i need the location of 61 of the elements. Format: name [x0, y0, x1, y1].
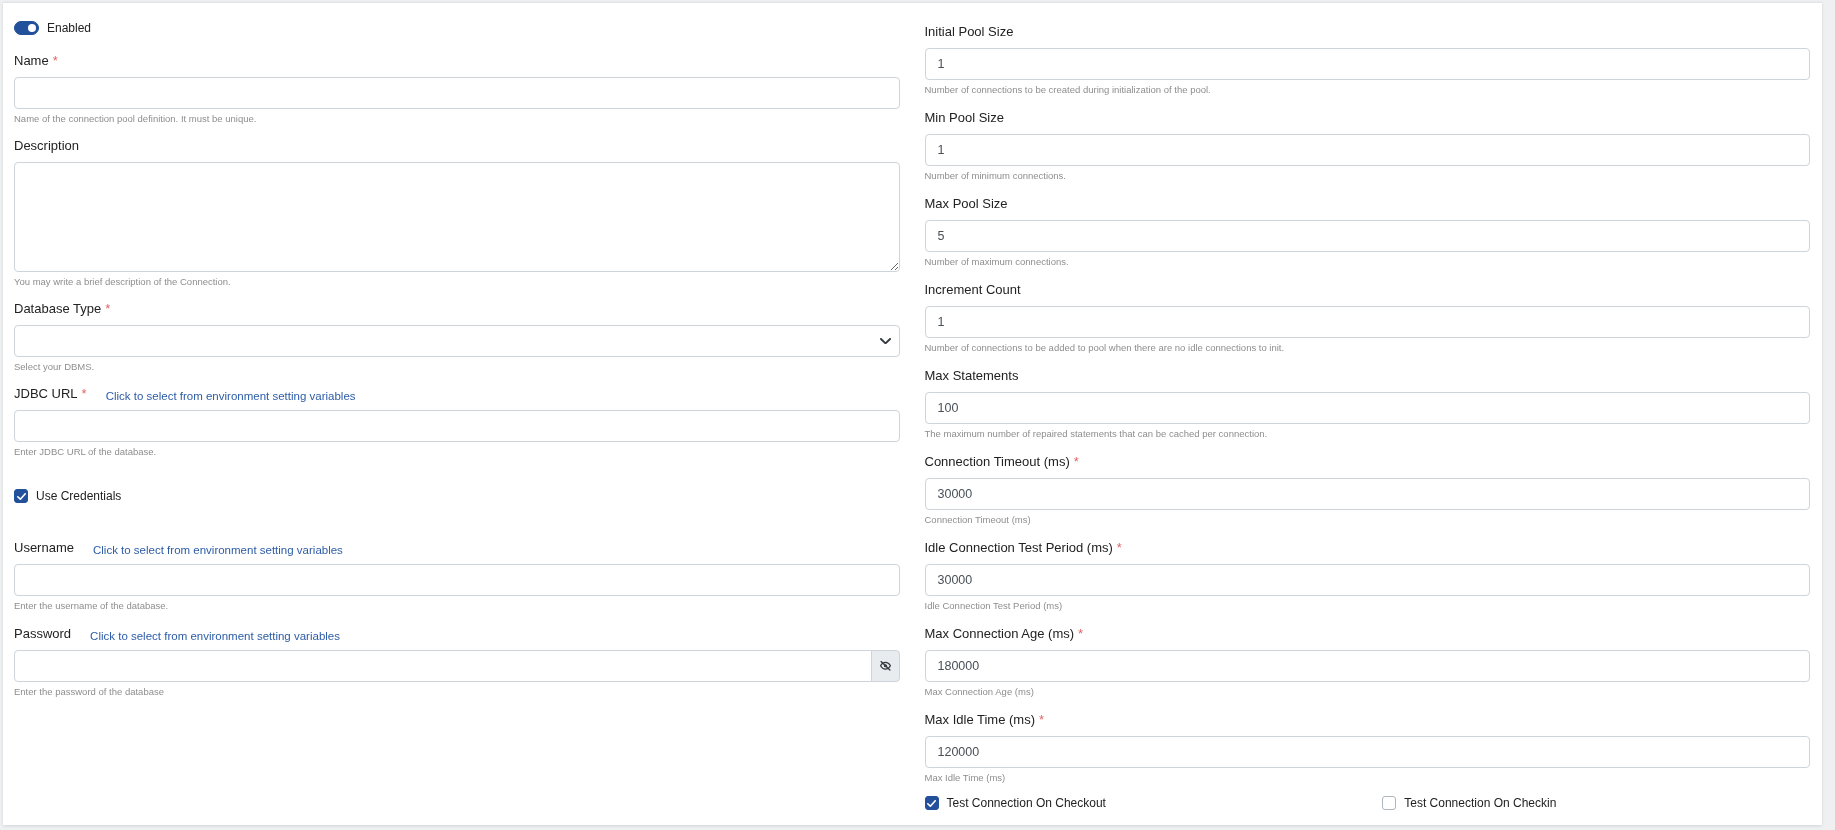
text-field[interactable]: 120000 — [924, 736, 1810, 768]
field-label: Username — [14, 539, 74, 557]
field-label: Password — [14, 625, 72, 643]
help-text: Number of maximum connections. — [924, 255, 1070, 269]
field-label: Max Statements — [924, 367, 1019, 385]
eye-slash-icon — [879, 661, 891, 671]
help-text: Number of connections to be added to pool when there are no idle connections to init. — [924, 341, 1286, 355]
help-text: Number of connections to be created during initialization of the pool. — [924, 83, 1212, 97]
field-label: Min Pool Size — [924, 109, 1004, 127]
field-label: Max Idle Time (ms) * — [924, 711, 1045, 729]
toggle-label: Enabled — [47, 20, 92, 36]
help-text: Number of minimum connections. — [924, 169, 1067, 183]
field-label: Connection Timeout (ms) * — [924, 453, 1079, 471]
help-text: You may write a brief description of the Connection. — [14, 275, 232, 289]
help-text: Select your DBMS. — [14, 360, 96, 374]
help-text: Idle Connection Test Period (ms) — [924, 599, 1064, 613]
checkbox-label: Use Credentials — [36, 488, 122, 504]
chevron-down-icon — [879, 337, 891, 345]
text-field[interactable]: 1 — [924, 134, 1810, 166]
checkbox[interactable] — [924, 796, 939, 810]
text-area[interactable] — [14, 162, 900, 272]
toggle-switch[interactable] — [14, 21, 39, 35]
field-label: Idle Connection Test Period (ms) * — [924, 539, 1122, 557]
check-icon — [927, 799, 936, 807]
text-field[interactable]: 30000 — [924, 478, 1810, 510]
field-label: Name * — [14, 52, 58, 70]
check-icon — [16, 492, 26, 500]
password-field[interactable] — [14, 650, 872, 682]
help-text: Enter the password of the database — [14, 685, 165, 699]
field-label: Max Pool Size — [924, 195, 1008, 213]
checkbox-label: Test Connection On Checkout — [946, 795, 1106, 811]
env-variables-link[interactable]: Click to select from environment setting variables — [90, 628, 340, 644]
checkbox[interactable] — [1382, 796, 1397, 810]
text-field[interactable] — [14, 77, 900, 109]
help-text: Max Idle Time (ms) — [924, 771, 1007, 785]
help-text: Enter JDBC URL of the database. — [14, 445, 158, 459]
text-field[interactable]: 1 — [924, 48, 1810, 80]
text-field[interactable] — [14, 564, 900, 596]
env-variables-link[interactable]: Click to select from environment setting variables — [92, 542, 343, 558]
help-text: Name of the connection pool definition. It must be unique. — [14, 112, 258, 126]
dropdown-field[interactable] — [14, 325, 900, 357]
field-label: JDBC URL * — [14, 385, 87, 403]
field-label: Description — [14, 137, 80, 155]
checkbox[interactable] — [14, 489, 28, 503]
field-label: Increment Count — [924, 281, 1021, 299]
help-text: Max Connection Age (ms) — [924, 685, 1035, 699]
text-field[interactable] — [14, 410, 900, 442]
help-text: The maximum number of repaired statements that can be cached per connection. — [924, 427, 1269, 441]
help-text: Enter the username of the database. — [14, 599, 170, 613]
env-variables-link[interactable]: Click to select from environment setting variables — [105, 388, 356, 404]
text-field[interactable]: 180000 — [924, 650, 1810, 682]
text-field[interactable]: 30000 — [924, 564, 1810, 596]
field-label: Max Connection Age (ms) * — [924, 625, 1084, 643]
field-label: Database Type * — [14, 300, 111, 318]
checkbox-label: Test Connection On Checkin — [1404, 795, 1557, 811]
show-password-button[interactable] — [870, 650, 900, 682]
text-field[interactable]: 1 — [924, 306, 1810, 338]
text-field[interactable]: 100 — [924, 392, 1810, 424]
field-label: Initial Pool Size — [924, 23, 1014, 41]
text-field[interactable]: 5 — [924, 220, 1810, 252]
help-text: Connection Timeout (ms) — [924, 513, 1032, 527]
